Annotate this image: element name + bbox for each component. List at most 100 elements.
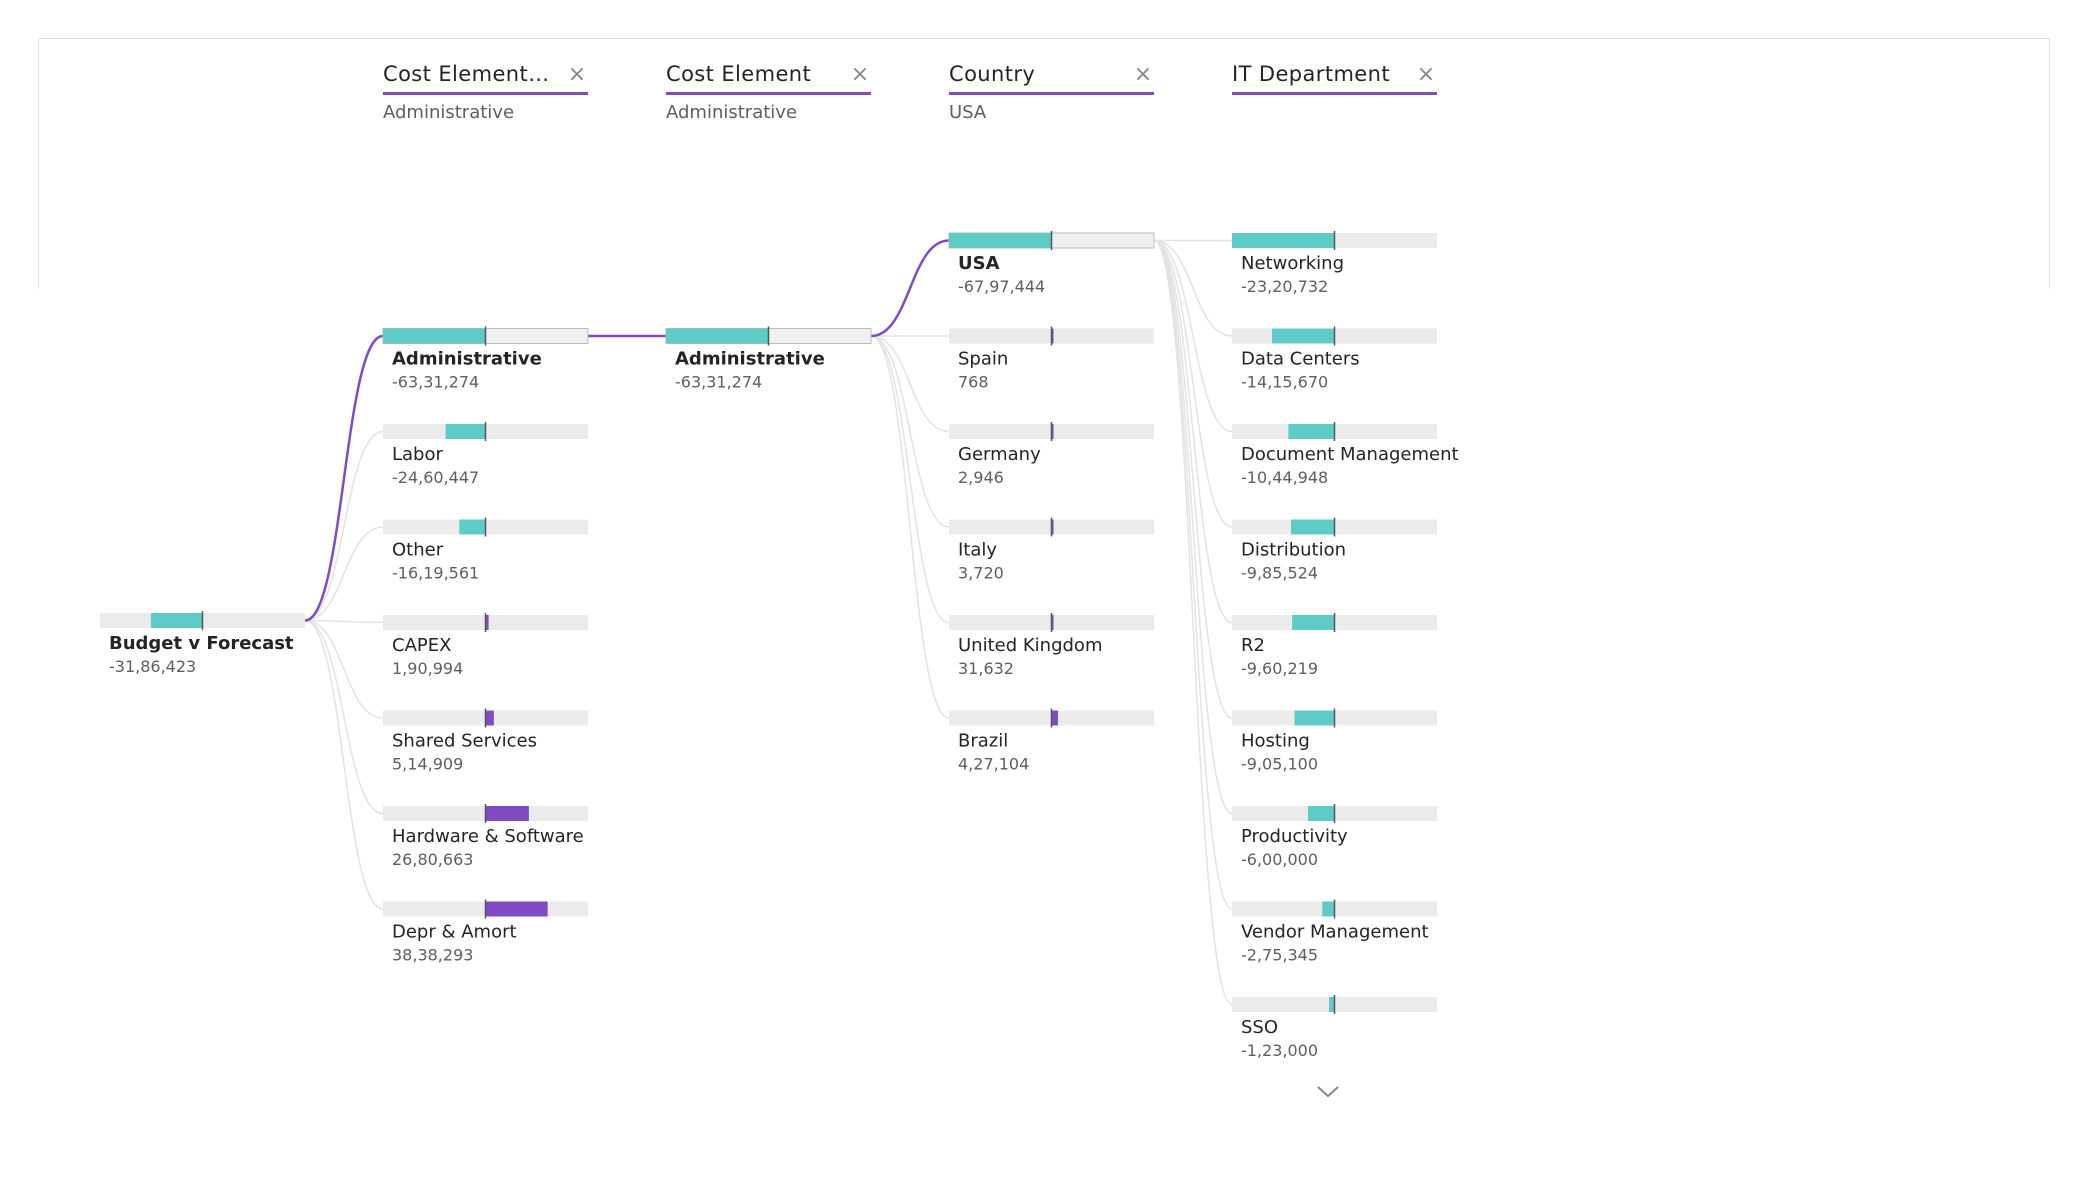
node-value: -63,31,274 (675, 373, 762, 392)
connector-line (304, 619, 384, 719)
tree-node-capex[interactable]: CAPEX 1,90,994 (383, 613, 588, 678)
node-value: -9,60,219 (1241, 659, 1318, 678)
node-label: Data Centers (1241, 349, 1360, 370)
tree-node-productivity[interactable]: Productivity -6,00,000 (1232, 804, 1437, 869)
tree-node-administrative[interactable]: Administrative -63,31,274 (665, 326, 872, 392)
node-value: 4,27,104 (958, 755, 1029, 774)
node-value: -2,75,345 (1241, 946, 1318, 965)
connector-line (304, 619, 384, 910)
root-node[interactable]: Budget v Forecast -31,86,423 (100, 611, 305, 676)
node-label: Other (392, 540, 444, 561)
bar-negative (383, 328, 486, 344)
node-value: 26,80,663 (392, 850, 473, 869)
node-label: Hardware & Software (392, 826, 584, 847)
node-value: 2,946 (958, 468, 1004, 487)
tree-node-administrative[interactable]: Administrative -63,31,274 (382, 326, 589, 392)
bar-negative (1271, 328, 1335, 344)
connector-line (870, 335, 950, 719)
bar-negative (666, 328, 769, 344)
tree-column: Administrative -63,31,274 (665, 326, 872, 392)
node-label: Administrative (675, 349, 825, 370)
bar-negative (150, 613, 203, 628)
tree-node-labor[interactable]: Labor -24,60,447 (383, 422, 588, 487)
node-value: -6,00,000 (1241, 850, 1318, 869)
bar-negative (1329, 997, 1335, 1012)
node-value: -1,23,000 (1241, 1041, 1318, 1060)
tree-node-r2[interactable]: R2 -9,60,219 (1232, 613, 1437, 678)
tree-node-other[interactable]: Other -16,19,561 (383, 517, 588, 583)
connector-line (1153, 239, 1233, 910)
tree-node-networking[interactable]: Networking -23,20,732 (1232, 231, 1437, 296)
node-label: Administrative (392, 349, 542, 370)
connector-line (870, 335, 950, 624)
node-layer: Budget v Forecast -31,86,423 Administrativ… (100, 231, 1459, 1060)
node-value: -23,20,732 (1241, 277, 1328, 296)
connector-line (304, 526, 384, 622)
selected-path-line (304, 334, 384, 622)
tree-node-vendor-management[interactable]: Vendor Management -2,75,345 (1232, 899, 1437, 965)
tree-node-depr-and-amort[interactable]: Depr & Amort 38,38,293 (383, 899, 588, 965)
tree-node-italy[interactable]: Italy 3,720 (949, 517, 1154, 583)
tree-node-document-management[interactable]: Document Management -10,44,948 (1232, 422, 1459, 487)
node-value: 768 (958, 373, 989, 392)
tree-node-sso[interactable]: SSO -1,23,000 (1232, 995, 1437, 1060)
node-label: Depr & Amort (392, 922, 517, 943)
tree-node-usa[interactable]: USA -67,97,444 (948, 231, 1155, 296)
node-value: 3,720 (958, 564, 1004, 583)
node-value: 1,90,994 (392, 659, 463, 678)
bar-negative (1294, 710, 1335, 726)
node-label: USA (958, 253, 1000, 274)
node-value: -24,60,447 (392, 468, 479, 487)
bar-positive (485, 901, 548, 917)
tree-node-brazil[interactable]: Brazil 4,27,104 (949, 708, 1154, 774)
node-label: Spain (958, 349, 1008, 370)
connector-line (1153, 239, 1233, 719)
node-value: -10,44,948 (1241, 468, 1328, 487)
tree-node-hosting[interactable]: Hosting -9,05,100 (1232, 708, 1437, 774)
tree-node-distribution[interactable]: Distribution -9,85,524 (1232, 517, 1437, 583)
bar-positive (1051, 710, 1058, 726)
bar-negative (949, 233, 1052, 248)
node-label: Italy (958, 540, 997, 561)
node-value: -63,31,274 (392, 373, 479, 392)
node-label: Hosting (1241, 731, 1310, 752)
node-label: Vendor Management (1241, 922, 1429, 943)
bar-negative (1232, 233, 1335, 248)
node-label: SSO (1241, 1017, 1278, 1038)
connector-line (1153, 239, 1233, 815)
tree-column: Administrative -63,31,274 Labor -24,60,447 O… (382, 326, 589, 965)
node-label: CAPEX (392, 635, 451, 656)
node-label: Productivity (1241, 826, 1348, 847)
bar-negative (1307, 806, 1335, 821)
node-label: Shared Services (392, 731, 537, 752)
node-label: Germany (958, 444, 1041, 465)
connector-line (1153, 239, 1233, 1006)
tree-node-hardware-and-software[interactable]: Hardware & Software 26,80,663 (383, 804, 588, 869)
node-value: -9,85,524 (1241, 564, 1318, 583)
node-label: Document Management (1241, 444, 1459, 465)
tree-node-spain[interactable]: Spain 768 (949, 326, 1154, 392)
chevron-down-icon[interactable] (1313, 1080, 1343, 1102)
node-value: -14,15,670 (1241, 373, 1328, 392)
node-value: -31,86,423 (109, 657, 196, 676)
node-value: -67,97,444 (958, 277, 1045, 296)
bar-negative (445, 424, 486, 439)
bar-positive (485, 710, 494, 726)
node-value: -16,19,561 (392, 564, 479, 583)
bar-negative (1322, 901, 1335, 917)
node-label: Labor (392, 444, 443, 465)
node-label: Networking (1241, 253, 1344, 274)
tree-column: Networking -23,20,732 Data Centers -14,15,6… (1232, 231, 1459, 1060)
decomposition-tree: Budget v Forecast -31,86,423 Administrativ… (100, 231, 1459, 1060)
bar-negative (459, 519, 486, 535)
node-value: -9,05,100 (1241, 755, 1318, 774)
node-label: Distribution (1241, 540, 1346, 561)
node-label: United Kingdom (958, 635, 1102, 656)
connector-line (304, 619, 384, 624)
tree-node-germany[interactable]: Germany 2,946 (949, 422, 1154, 487)
tree-node-united-kingdom[interactable]: United Kingdom 31,632 (949, 613, 1154, 678)
tree-node-data-centers[interactable]: Data Centers -14,15,670 (1232, 326, 1437, 392)
connector-line (304, 430, 384, 622)
tree-node-shared-services[interactable]: Shared Services 5,14,909 (383, 708, 588, 774)
bar-positive (485, 806, 529, 821)
